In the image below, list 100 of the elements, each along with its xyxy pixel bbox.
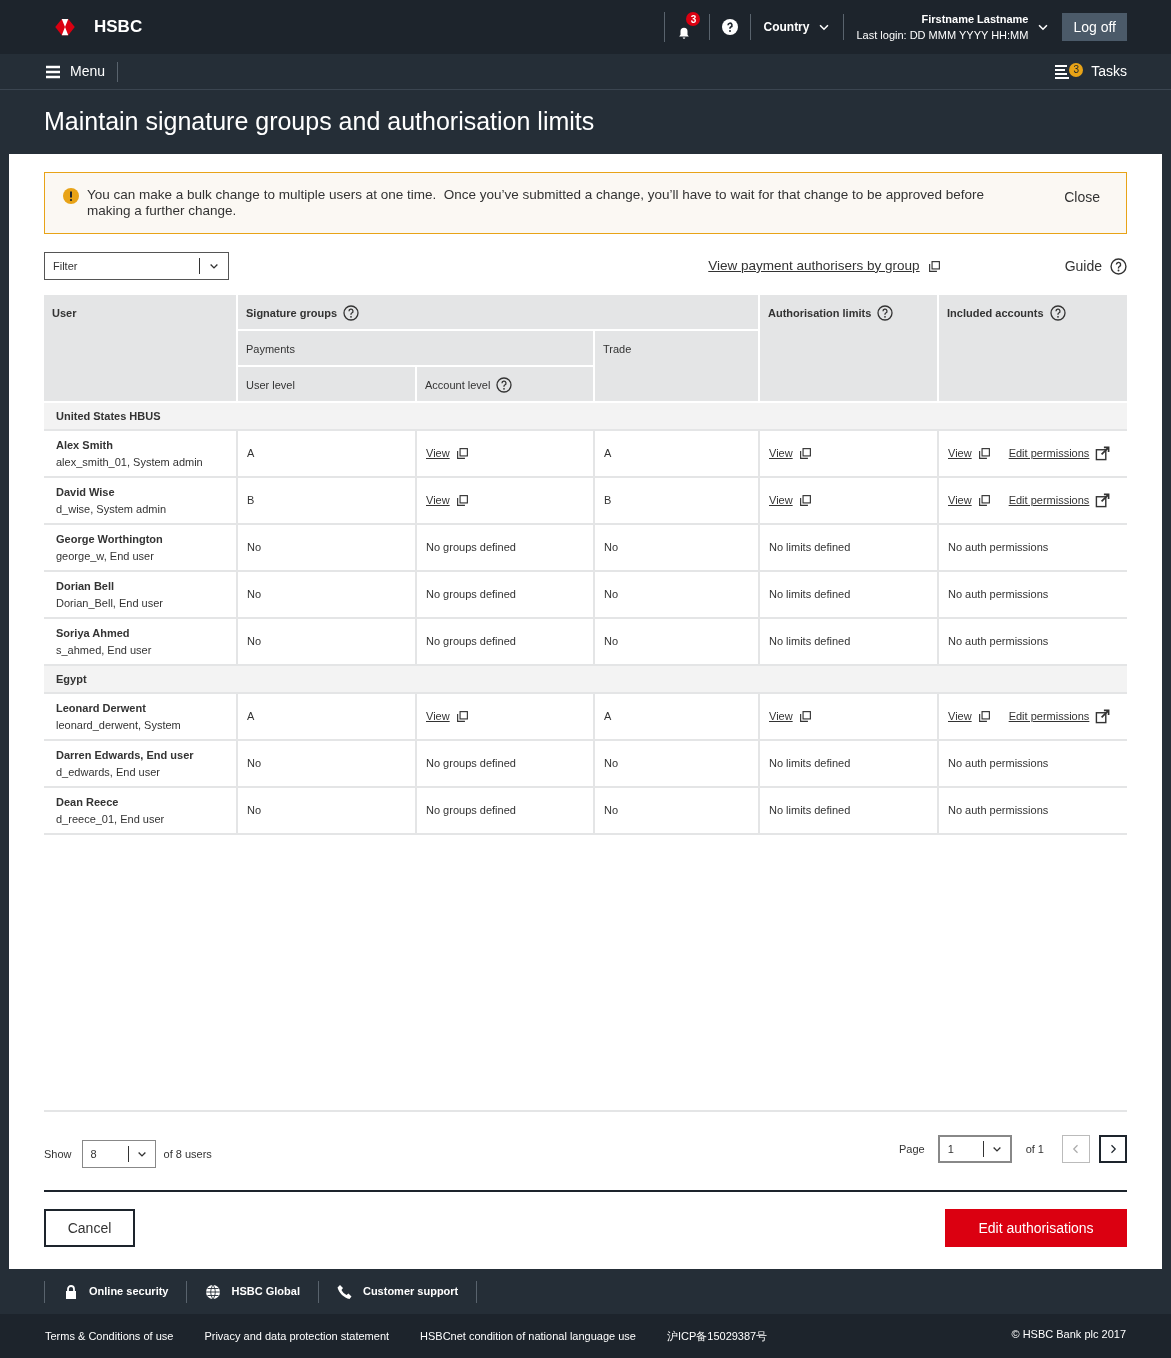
column-header: Trade bbox=[603, 342, 632, 357]
edit-authorisations-button[interactable]: Edit authorisations bbox=[945, 1209, 1127, 1247]
cell-text: No groups defined bbox=[426, 635, 516, 648]
help-icon bbox=[1110, 257, 1127, 275]
view-link[interactable]: View bbox=[948, 445, 991, 462]
group-heading: Egypt bbox=[56, 672, 87, 685]
view-link[interactable]: View bbox=[769, 445, 812, 462]
last-login: Last login: DD MMM YYYY HH:MM bbox=[856, 28, 1029, 43]
copy-icon bbox=[455, 447, 469, 460]
view-link[interactable]: View bbox=[426, 492, 469, 509]
page-dropdown[interactable]: 1 bbox=[937, 1135, 1012, 1163]
help-icon bbox=[343, 305, 360, 322]
user-detail: d_edwards, End user bbox=[56, 764, 161, 780]
page-size-dropdown[interactable]: 8 bbox=[81, 1140, 156, 1168]
cancel-button[interactable]: Cancel bbox=[44, 1209, 135, 1247]
view-link[interactable]: View bbox=[769, 492, 812, 509]
cell-text: No limits defined bbox=[769, 588, 851, 601]
cell-text: No bbox=[604, 804, 619, 817]
user-detail: alex_smith_01, System admin bbox=[56, 454, 204, 470]
user-name: Dean Reece bbox=[56, 795, 120, 810]
footer-link[interactable]: Online security bbox=[44, 1280, 187, 1303]
edit-permissions-link[interactable]: Edit permissions bbox=[1008, 445, 1111, 462]
cell-text: No bbox=[247, 804, 262, 817]
cell-text: A bbox=[247, 710, 255, 723]
column-header: Payments bbox=[246, 342, 295, 357]
notifications-button[interactable]: 3 bbox=[664, 12, 710, 42]
copy-icon bbox=[455, 494, 469, 507]
close-button[interactable]: Close bbox=[1064, 187, 1108, 208]
user-name: George Worthington bbox=[56, 532, 164, 547]
user-name: Leonard Derwent bbox=[56, 701, 147, 716]
copyright: © HSBC Bank plc 2017 bbox=[1011, 1326, 1126, 1342]
help-icon bbox=[496, 377, 513, 394]
column-header: Authorisation limits bbox=[768, 306, 872, 321]
user-name: Soriya Ahmed bbox=[56, 626, 131, 641]
user-count: of 8 users bbox=[163, 1146, 212, 1162]
view-link[interactable]: View bbox=[769, 708, 812, 725]
legal-link[interactable]: Terms & Conditions of use bbox=[45, 1327, 174, 1345]
menu-button[interactable]: Menu bbox=[44, 61, 119, 82]
user-detail: s_ahmed, End user bbox=[56, 642, 153, 658]
user-name: David Wise bbox=[56, 485, 116, 500]
copy-icon bbox=[927, 259, 941, 273]
edit-permissions-link[interactable]: Edit permissions bbox=[1008, 708, 1111, 725]
globe-icon bbox=[205, 1283, 222, 1300]
guide-button[interactable]: Guide bbox=[1064, 255, 1127, 277]
legal-link[interactable]: HSBCnet condition of national language use bbox=[420, 1327, 636, 1345]
cell-text: No bbox=[604, 541, 619, 554]
user-name: Darren Edwards, End user bbox=[56, 748, 195, 763]
cell-text: No groups defined bbox=[426, 588, 516, 601]
view-authorisers-link[interactable]: View payment authorisers by group bbox=[708, 255, 941, 277]
user-menu[interactable]: Firstname Lastname Last login: DD MMM YYYY HH:MM bbox=[844, 10, 1051, 44]
user-detail: d_reece_01, End user bbox=[56, 811, 166, 827]
cell-text: No groups defined bbox=[426, 757, 516, 770]
column-header: Signature groups bbox=[246, 306, 338, 321]
copy-icon bbox=[798, 710, 812, 723]
legal-link[interactable]: Privacy and data protection statement bbox=[204, 1327, 390, 1345]
column-header: User level bbox=[246, 378, 295, 393]
tasks-count: 3 bbox=[1069, 62, 1084, 77]
menu-icon bbox=[44, 63, 62, 80]
cell-text: No auth permissions bbox=[948, 540, 1049, 556]
country-dropdown[interactable]: Country bbox=[750, 14, 845, 40]
logo-text: HSBC bbox=[94, 16, 143, 39]
column-header: Included accounts bbox=[947, 306, 1044, 321]
notification-count: 3 bbox=[686, 12, 701, 26]
footer-link[interactable]: Customer support bbox=[317, 1280, 478, 1303]
cell-text: A bbox=[604, 447, 612, 460]
legal-link[interactable]: 沪ICP备15029387号 bbox=[666, 1327, 768, 1345]
show-label: Show bbox=[44, 1146, 72, 1162]
cell-text: No groups defined bbox=[426, 804, 516, 817]
edit-permissions-link[interactable]: Edit permissions bbox=[1008, 492, 1111, 509]
cell-text: B bbox=[604, 494, 612, 507]
cell-text: No bbox=[604, 635, 619, 648]
next-page-button[interactable] bbox=[1099, 1135, 1127, 1163]
cell-text: No bbox=[604, 757, 619, 770]
warning-icon bbox=[63, 188, 79, 204]
external-link-icon bbox=[1095, 493, 1111, 508]
view-link[interactable]: View bbox=[948, 708, 991, 725]
user-detail: george_w, End user bbox=[56, 548, 155, 564]
user-detail: leonard_derwent, System bbox=[56, 717, 182, 733]
tasks-button[interactable]: 3 Tasks bbox=[1053, 61, 1127, 82]
view-link[interactable]: View bbox=[426, 445, 469, 462]
view-link[interactable]: View bbox=[948, 492, 991, 509]
copy-icon bbox=[798, 494, 812, 507]
cell-text: No bbox=[247, 588, 262, 601]
cell-text: No auth permissions bbox=[948, 634, 1049, 650]
cell-text: No limits defined bbox=[769, 804, 851, 817]
user-detail: d_wise, System admin bbox=[56, 501, 168, 517]
footer-link[interactable]: HSBC Global bbox=[186, 1280, 318, 1303]
cell-text: A bbox=[604, 710, 612, 723]
cell-text: No limits defined bbox=[769, 541, 851, 554]
help-icon bbox=[1049, 305, 1066, 322]
log-off-button[interactable]: Log off bbox=[1062, 13, 1127, 41]
user-name: Alex Smith bbox=[56, 438, 114, 453]
view-link[interactable]: View bbox=[426, 708, 469, 725]
page-label: Page bbox=[898, 1141, 925, 1157]
bell-icon bbox=[677, 26, 692, 40]
cell-text: No groups defined bbox=[426, 541, 516, 554]
column-header: User bbox=[52, 306, 77, 321]
cell-text: No limits defined bbox=[769, 757, 851, 770]
user-detail: Dorian_Bell, End user bbox=[56, 595, 164, 611]
copy-icon bbox=[455, 710, 469, 723]
